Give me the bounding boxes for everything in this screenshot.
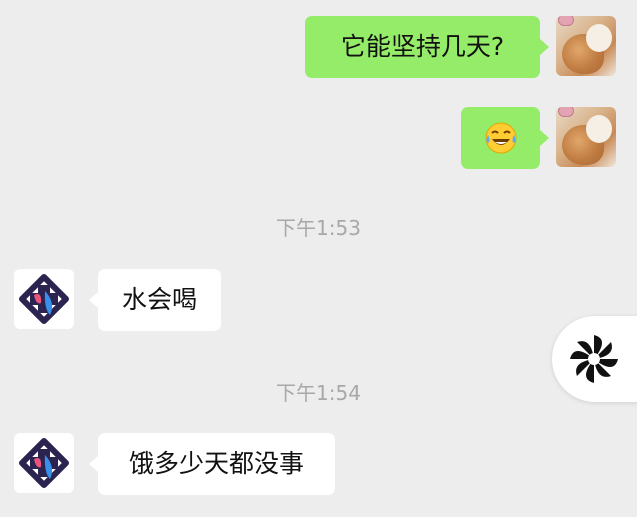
message-bubble-received[interactable]: 饿多少天都没事 bbox=[98, 433, 335, 495]
tears-of-joy-emoji-icon bbox=[485, 122, 516, 154]
message-bubble-sent[interactable]: 它能坚持几天? bbox=[305, 16, 540, 78]
message-text: 它能坚持几天? bbox=[340, 32, 505, 61]
avatar-badge bbox=[558, 16, 574, 26]
bubble-tail bbox=[540, 130, 549, 146]
medical-logo-icon bbox=[19, 438, 69, 488]
avatar-badge bbox=[558, 107, 574, 117]
bubble-tail bbox=[89, 292, 98, 308]
contact-avatar[interactable] bbox=[14, 269, 74, 329]
dog-muzzle-shape bbox=[586, 24, 612, 52]
message-bubble-sent-emoji[interactable] bbox=[461, 107, 540, 169]
user-avatar[interactable] bbox=[556, 16, 616, 76]
bubble-tail bbox=[540, 39, 549, 55]
message-timestamp: 下午1:54 bbox=[276, 381, 361, 405]
message-timestamp: 下午1:53 bbox=[276, 216, 361, 240]
contact-avatar[interactable] bbox=[14, 433, 74, 493]
message-text: 水会喝 bbox=[121, 285, 197, 314]
message-text: 饿多少天都没事 bbox=[128, 449, 304, 478]
bubble-tail bbox=[89, 456, 98, 472]
user-avatar[interactable] bbox=[556, 107, 616, 167]
dog-muzzle-shape bbox=[586, 115, 612, 143]
message-bubble-received[interactable]: 水会喝 bbox=[98, 269, 221, 331]
medical-logo-icon bbox=[19, 274, 69, 324]
